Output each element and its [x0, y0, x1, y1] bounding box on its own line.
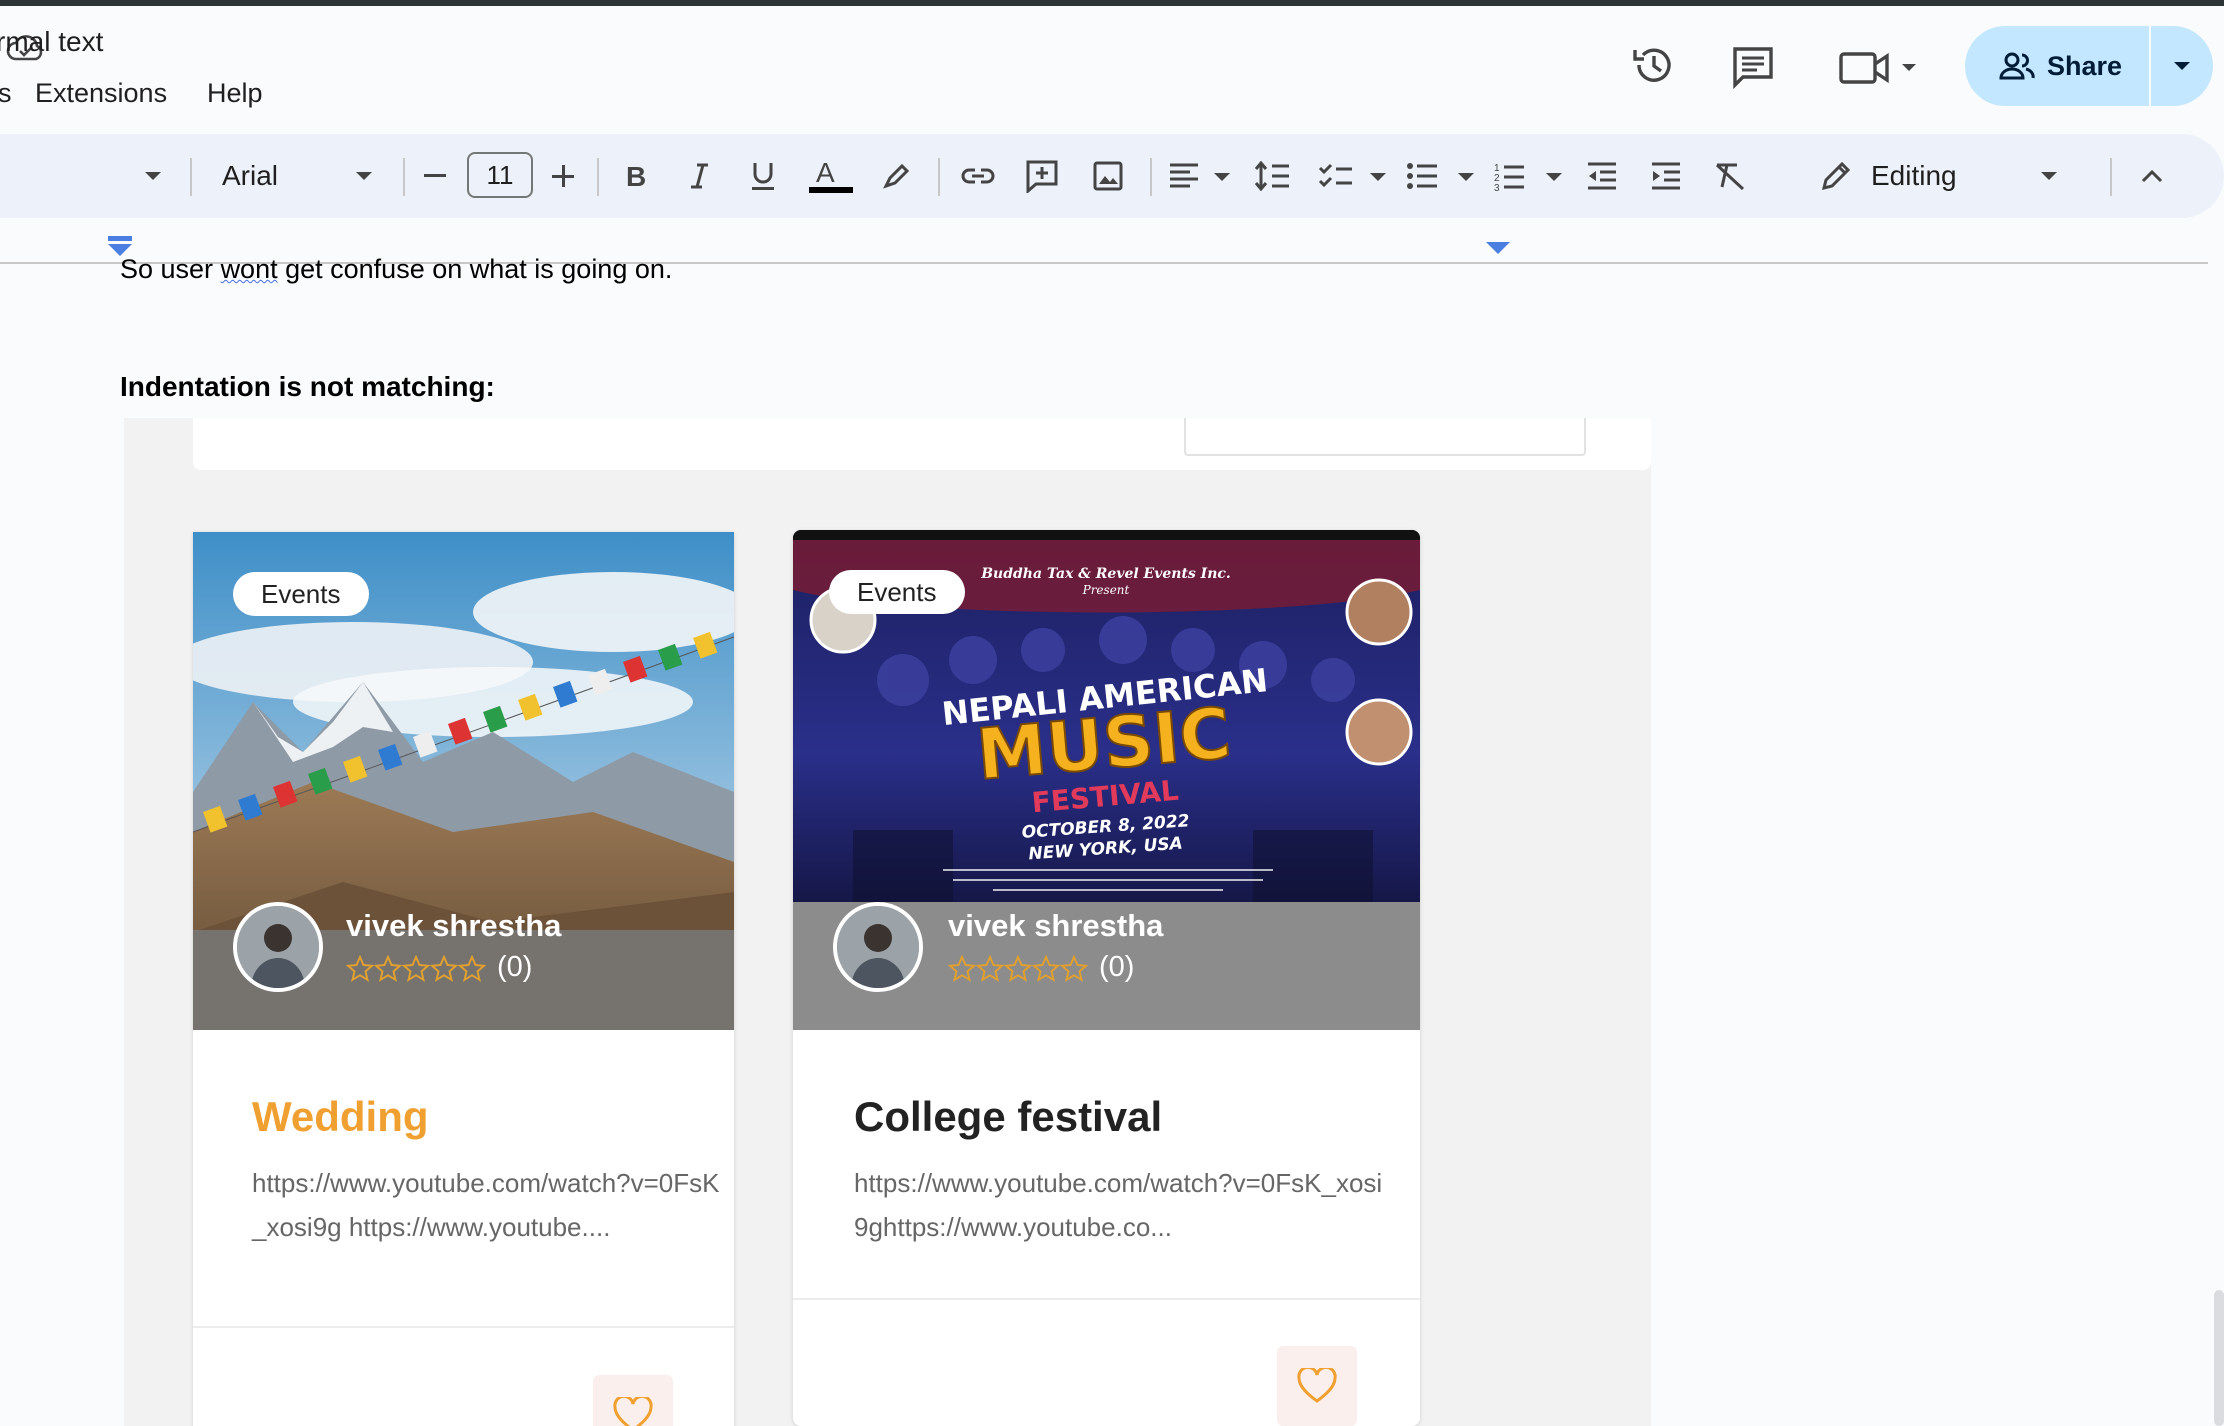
- event-card[interactable]: Events vivek shrestha (0) Wedding https:…: [193, 532, 734, 1426]
- increase-font-size-icon[interactable]: [546, 134, 580, 218]
- rating-stars: [948, 955, 1088, 983]
- event-card[interactable]: Buddha Tax & Revel Events Inc. Present N…: [793, 530, 1420, 1426]
- insert-link-icon[interactable]: [958, 134, 998, 218]
- clear-formatting-icon[interactable]: [1710, 134, 1750, 218]
- collapse-toolbar-icon[interactable]: [2132, 134, 2172, 218]
- menu-item-help[interactable]: Help: [207, 78, 263, 109]
- bold-icon[interactable]: B: [617, 134, 653, 218]
- increase-indent-icon[interactable]: [1646, 134, 1686, 218]
- chevron-down-icon: [2174, 62, 2190, 70]
- editing-mode-label[interactable]: Editing: [1871, 134, 1991, 218]
- author-name[interactable]: vivek shrestha: [948, 908, 1163, 944]
- text-color-icon[interactable]: A: [805, 134, 855, 218]
- card-divider: [193, 1326, 734, 1328]
- highlight-color-icon[interactable]: [878, 134, 914, 218]
- favorite-button[interactable]: [1277, 1346, 1357, 1426]
- numbered-list-dropdown-icon[interactable]: 123: [1494, 134, 1564, 218]
- add-comment-icon[interactable]: [1022, 134, 1062, 218]
- doc-heading: Indentation is not matching:: [120, 371, 495, 402]
- share-dropdown-button[interactable]: [2151, 26, 2213, 106]
- heart-icon: [613, 1397, 653, 1426]
- decrease-font-size-icon[interactable]: [418, 134, 452, 218]
- align-dropdown-icon[interactable]: [1166, 134, 1236, 218]
- card-title[interactable]: College festival: [854, 1093, 1162, 1141]
- avatar[interactable]: [833, 902, 923, 992]
- style-select-label[interactable]: rmal text: [0, 0, 126, 84]
- scrollbar[interactable]: [2214, 1290, 2224, 1426]
- svg-text:A: A: [816, 158, 835, 188]
- card-description: https://www.youtube.com/watch?v=0FsK_xos…: [854, 1168, 1383, 1242]
- poster-presenter: Buddha Tax & Revel Events Inc.: [980, 566, 1231, 582]
- avatar[interactable]: [233, 902, 323, 992]
- share-button[interactable]: Share: [1965, 26, 2149, 106]
- rating-count: (0): [497, 951, 533, 983]
- card-title[interactable]: Wedding: [252, 1093, 429, 1141]
- underline-icon[interactable]: [745, 134, 781, 218]
- font-select-label[interactable]: Arial: [222, 134, 282, 218]
- line-spacing-icon[interactable]: [1252, 134, 1292, 218]
- card-divider: [793, 1298, 1420, 1300]
- share-label: Share: [2047, 50, 2123, 81]
- font-size-input[interactable]: 11: [467, 152, 533, 198]
- svg-text:B: B: [626, 163, 645, 189]
- bulleted-list-dropdown-icon[interactable]: [1406, 134, 1476, 218]
- share-group: Share: [1965, 26, 2213, 106]
- category-badge: Events: [829, 570, 965, 614]
- meet-video-icon[interactable]: [1838, 48, 1918, 88]
- poster-present: Present: [1082, 583, 1130, 597]
- svg-text:3: 3: [1494, 183, 1500, 191]
- mode-dropdown-icon[interactable]: [2034, 134, 2064, 218]
- rating-count: (0): [1099, 951, 1135, 983]
- heart-icon: [1297, 1368, 1337, 1403]
- author-name[interactable]: vivek shrestha: [346, 908, 561, 944]
- misspelled-word[interactable]: wont: [221, 254, 278, 284]
- font-dropdown-icon[interactable]: [348, 134, 380, 218]
- rating-stars: [346, 955, 486, 983]
- embedded-screenshot[interactable]: Events vivek shrestha (0) Wedding https:…: [124, 418, 1651, 1426]
- italic-icon[interactable]: [681, 134, 717, 218]
- category-badge: Events: [233, 572, 369, 616]
- people-icon: [1999, 51, 2035, 81]
- card-description: https://www.youtube.com/watch?v=0FsK_xos…: [252, 1168, 720, 1242]
- style-dropdown-icon[interactable]: [137, 134, 169, 218]
- right-indent-marker[interactable]: [1486, 242, 1512, 258]
- checklist-dropdown-icon[interactable]: [1318, 134, 1388, 218]
- pencil-icon: [1816, 134, 1856, 218]
- version-history-icon[interactable]: [1630, 42, 1676, 88]
- favorite-button[interactable]: [593, 1375, 673, 1426]
- screenshot-input: [1184, 418, 1586, 456]
- comments-icon[interactable]: [1730, 44, 1776, 90]
- decrease-indent-icon[interactable]: [1582, 134, 1622, 218]
- doc-text-line: So user wont get confuse on what is goin…: [120, 254, 673, 284]
- window-top-border: [0, 0, 2224, 6]
- insert-image-icon[interactable]: [1088, 134, 1128, 218]
